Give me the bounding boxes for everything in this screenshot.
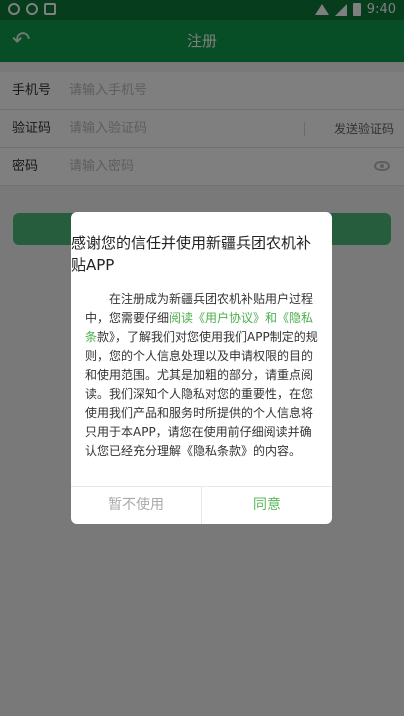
privacy-dialog: 感谢您的信任并使用新疆兵团农机补 贴APP 在注册成为新疆兵团农机补贴用户过程中… bbox=[71, 212, 332, 524]
agree-button[interactable]: 同意 bbox=[202, 487, 332, 524]
dialog-body-post: 款》，了解我们对您使用我们APP制定的规则，您的个人信息处理以及申请权限的目的和… bbox=[85, 330, 318, 458]
decline-button[interactable]: 暂不使用 bbox=[71, 487, 202, 524]
dialog-title: 感谢您的信任并使用新疆兵团农机补 贴APP bbox=[71, 232, 332, 276]
dialog-title-line2: 贴APP bbox=[71, 256, 115, 274]
dialog-buttons: 暂不使用 同意 bbox=[71, 486, 332, 524]
dialog-body: 在注册成为新疆兵团农机补贴用户过程中，您需要仔细阅读《用户协议》和《隐私条款》，… bbox=[85, 290, 319, 461]
dialog-title-line1: 感谢您的信任并使用新疆兵团农机补 bbox=[71, 234, 312, 252]
